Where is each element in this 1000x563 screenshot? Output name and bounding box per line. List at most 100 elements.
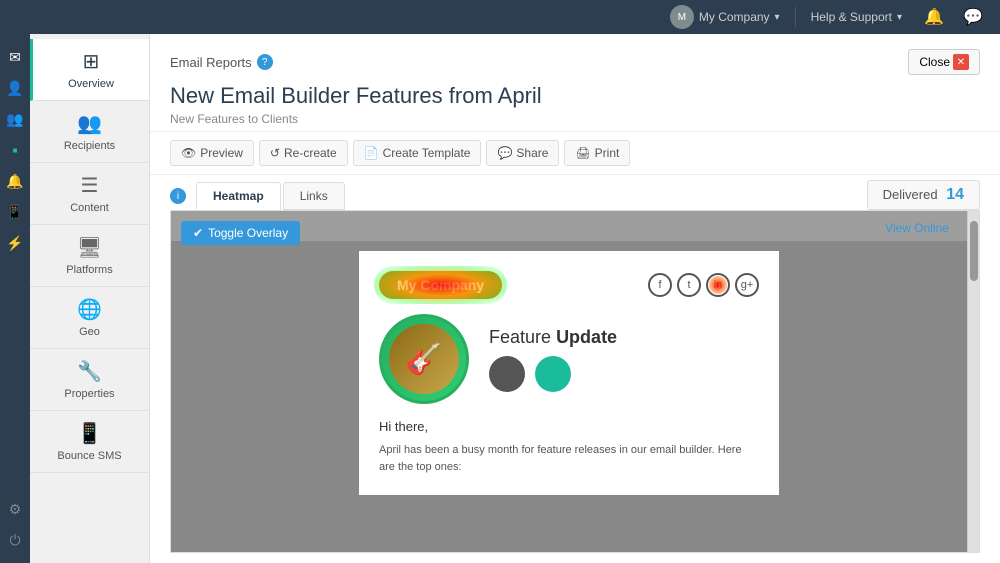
company-menu[interactable]: M My Company ▾ [660,0,790,34]
view-online-link[interactable]: View Online [885,221,949,235]
heatmap-linkedin [709,276,727,294]
print-button[interactable]: 🖨 Print [564,140,630,166]
guitar-image: 🎸 [379,314,469,404]
preview-label: Preview [200,146,243,160]
properties-icon: 🔧 [77,359,102,384]
tab-info-icon[interactable]: i [170,188,186,204]
page-title-text: Email Reports [170,55,252,70]
create-template-button[interactable]: 📄 Create Template [353,140,482,166]
help-dropdown-icon: ▾ [897,12,902,23]
tab-links[interactable]: Links [283,182,345,210]
close-button[interactable]: Close ✕ [908,49,980,75]
notifications-icon[interactable]: 🔔 [917,0,951,34]
heatmap-tab-label: Heatmap [213,189,264,203]
share-label: Share [516,146,548,160]
recreate-button[interactable]: ↺ Re-create [259,140,348,166]
sidebar-item-platforms[interactable]: 🖥 Platforms [30,225,149,287]
preview-scrollbar[interactable] [967,211,979,552]
sidebar-item-content[interactable]: ☰ Content [30,163,149,225]
print-icon: 🖨 [575,146,590,160]
feature-title-light: Feature [489,327,551,347]
sidebar-item-properties[interactable]: 🔧 Properties [30,349,149,411]
main-layout: ✉ 👤 👥 ■ 🔔 📱 ⚡ ⚙ ⏻ ⊞ Overview 👥 Recipient… [0,34,1000,563]
sidebar-item-label: Geo [79,326,100,338]
recreate-label: Re-create [284,146,337,160]
hi-there-text: Hi there, [379,419,759,434]
sidebar-item-bounce-sms[interactable]: 📱 Bounce SMS [30,411,149,473]
sidebar-thin-team[interactable]: 👥 [2,106,28,132]
delivered-label: Delivered [883,187,938,202]
action-circle-teal[interactable] [535,356,571,392]
social-icon-linkedin[interactable]: in [706,273,730,297]
content-area: Email Reports ? Close ✕ New Email Builde… [150,34,1000,563]
page-header: Email Reports ? Close ✕ New Email Builde… [150,34,1000,132]
sidebar-item-label: Overview [68,78,114,90]
close-x-icon: ✕ [953,54,969,70]
preview-button[interactable]: 👁 Preview [170,140,254,166]
email-title: New Email Builder Features from April [170,83,980,109]
share-icon: 💬 [497,146,512,160]
print-label: Print [595,146,620,160]
logo-text: My Company [379,271,502,299]
sidebar-item-recipients[interactable]: 👥 Recipients [30,101,149,163]
social-icon-twitter[interactable]: t [677,273,701,297]
sidebar-thin: ✉ 👤 👥 ■ 🔔 📱 ⚡ ⚙ ⏻ [0,34,30,563]
sidebar-item-geo[interactable]: 🌐 Geo [30,287,149,349]
email-body-text: April has been a busy month for feature … [379,442,759,475]
sidebar-thin-phone[interactable]: 📱 [2,199,28,225]
sidebar-thin-bell[interactable]: 🔔 [2,168,28,194]
email-logo-area: My Company f t in [379,271,759,299]
social-icon-facebook[interactable]: f [648,273,672,297]
sidebar-item-label: Properties [64,388,114,400]
sidebar-item-label: Platforms [66,264,112,276]
content-icon: ☰ [81,173,99,198]
delivered-count: 14 [946,186,964,203]
sidebar-thin-mail[interactable]: ✉ [2,44,28,70]
sidebar-thin-power[interactable]: ⏻ [2,527,28,553]
sidebar-thin-active[interactable]: ■ [2,137,28,163]
logo-container: My Company [379,271,502,299]
toggle-overlay-button[interactable]: ✔ Toggle Overlay [181,221,300,245]
toggle-icon: ✔ [193,226,203,240]
refresh-icon: ↺ [270,146,280,160]
sidebar-main: ⊞ Overview 👥 Recipients ☰ Content 🖥 Plat… [30,34,150,563]
view-online-label: View Online [885,221,949,235]
tab-delivered-row: i Heatmap Links Delivered 14 [150,175,1000,210]
heatmap-logo-overlay [374,266,507,304]
sub-content: i Heatmap Links Delivered 14 ✔ Tog [150,175,1000,563]
feature-title-bold: Update [556,327,617,347]
feature-text-area: Feature Update [489,327,759,392]
social-icons: f t in g+ [648,273,759,297]
close-label: Close [919,55,950,69]
toolbar: 👁 Preview ↺ Re-create 📄 Create Template … [150,132,1000,175]
guitar-inner: 🎸 [389,324,459,394]
feature-title: Feature Update [489,327,759,348]
sidebar-item-label: Bounce SMS [57,450,121,462]
template-icon: 📄 [364,146,379,160]
tab-row: i Heatmap Links [170,182,347,210]
avatar: M [670,5,694,29]
bounce-sms-icon: 📱 [77,421,102,446]
email-content: My Company f t in [171,241,967,552]
share-button[interactable]: 💬 Share [486,140,559,166]
chat-icon[interactable]: 💬 [956,0,990,34]
company-dropdown-icon: ▾ [775,12,780,23]
sidebar-thin-lightning[interactable]: ⚡ [2,230,28,256]
action-buttons [489,356,759,392]
action-circle-dark[interactable] [489,356,525,392]
nav-divider [795,7,796,27]
feature-row: 🎸 Feature Update [379,314,759,404]
help-label: Help & Support [811,10,892,24]
guitar-icon: 🎸 [405,342,442,377]
help-support-menu[interactable]: Help & Support ▾ [801,0,912,34]
sidebar-thin-user[interactable]: 👤 [2,75,28,101]
sidebar-thin-settings[interactable]: ⚙ [2,496,28,522]
delivered-badge: Delivered 14 [867,180,980,210]
tab-heatmap[interactable]: Heatmap [196,182,281,210]
social-icon-googleplus[interactable]: g+ [735,273,759,297]
sidebar-item-overview[interactable]: ⊞ Overview [30,39,149,101]
scrollbar-thumb[interactable] [970,221,978,281]
links-tab-label: Links [300,189,328,203]
email-body: My Company f t in [359,251,779,495]
page-help-icon[interactable]: ? [257,54,273,70]
